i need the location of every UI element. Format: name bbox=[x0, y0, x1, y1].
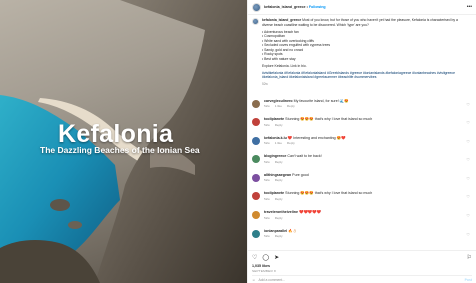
avatar[interactable] bbox=[252, 211, 260, 220]
heart-icon[interactable]: ♡ bbox=[466, 232, 470, 237]
heart-icon[interactable]: ♡ bbox=[466, 139, 470, 144]
post-button[interactable]: Post bbox=[465, 278, 472, 282]
avatar[interactable] bbox=[252, 173, 260, 182]
comment: blogingreece Can't wait to be back! 52w R… bbox=[252, 154, 472, 164]
caption-list-item: • Rocky spots bbox=[262, 52, 283, 56]
comment-username[interactable]: allthingsaegean bbox=[264, 173, 291, 177]
comments-scroll-area[interactable]: kefalonia_island_greece Most of you know… bbox=[248, 16, 476, 249]
comment-icon[interactable]: ◯ bbox=[262, 255, 269, 261]
avatar[interactable] bbox=[252, 192, 260, 201]
caption-hashtags[interactable]: #visitkefalonia #Kefalonia #Kefalonialsl… bbox=[262, 71, 467, 80]
reply-button[interactable]: Reply bbox=[275, 197, 283, 201]
avatar[interactable] bbox=[252, 136, 260, 145]
action-bar: ♡ ◯ ➤ ⚐ bbox=[252, 254, 472, 262]
caption-age: 52w bbox=[262, 82, 268, 86]
caption-list: • Adventurous beach fan • Cosmopolitan •… bbox=[262, 30, 467, 62]
avatar[interactable] bbox=[252, 118, 260, 127]
caption-list-item: • Cosmopolitan bbox=[262, 34, 285, 38]
comment-age: 52w bbox=[264, 141, 270, 146]
comment: tooliplanete Stunning 😍😍😍 that's why I l… bbox=[252, 117, 472, 127]
post-panel: kefalonia_island_greece • Following ••• … bbox=[247, 0, 476, 283]
post-footer: ♡ ◯ ➤ ⚐ 1,035 likes SEPTEMBER 8 ☺ Add a … bbox=[248, 250, 476, 283]
like-count[interactable]: 1,035 likes bbox=[252, 264, 472, 268]
post-header: kefalonia_island_greece • Following ••• bbox=[248, 0, 476, 15]
comment: allthingsaegean Pure good 52w Reply ♡ bbox=[252, 172, 472, 183]
avatar[interactable] bbox=[252, 99, 260, 108]
avatar[interactable] bbox=[252, 18, 259, 25]
reply-button[interactable]: Reply bbox=[275, 178, 283, 182]
caption-list-item: • Secluded coves engulfed with cypress t… bbox=[262, 43, 331, 47]
comment: carvegleculinero My favourite island, fo… bbox=[252, 98, 472, 109]
emoji-icon[interactable]: ☺ bbox=[252, 278, 255, 282]
author-username[interactable]: kefalonia_island_greece bbox=[264, 5, 306, 9]
comment-age: 52w bbox=[264, 197, 270, 202]
comment: ionianparallel 🔥👌🏻 52w Reply ♡ bbox=[252, 228, 472, 239]
comment-username[interactable]: travelerontheiveline bbox=[264, 210, 298, 214]
comment-age: 52w bbox=[264, 234, 270, 239]
reply-button[interactable]: Reply bbox=[287, 141, 295, 145]
reply-button[interactable]: Reply bbox=[275, 160, 283, 164]
comment-likes[interactable]: 1 like bbox=[275, 141, 282, 145]
caption-list-item: • White sand with overlooking cliffs bbox=[262, 38, 315, 43]
separator: • bbox=[306, 5, 308, 9]
reply-button[interactable]: Reply bbox=[287, 104, 295, 108]
bookmark-icon[interactable]: ⚐ bbox=[467, 255, 472, 261]
caption-list-item: • Sandy, gold and no crowd bbox=[262, 47, 304, 52]
add-comment-input[interactable]: Add a comment... bbox=[258, 278, 285, 282]
heart-icon[interactable]: ♡ bbox=[466, 120, 470, 125]
image-subtitle: The Dazzling Beaches of the Ionian Sea bbox=[40, 145, 200, 155]
caption: kefalonia_island_greece Most of you know… bbox=[252, 18, 472, 90]
comment-text: Stunning 😍😍😍 that's why I love that isla… bbox=[285, 191, 373, 196]
avatar[interactable] bbox=[252, 229, 260, 238]
comment-username[interactable]: kefalonia.k.lu bbox=[264, 136, 287, 140]
comment-likes[interactable]: 1 like bbox=[275, 104, 282, 108]
heart-icon[interactable]: ♡ bbox=[466, 157, 470, 162]
comment-username[interactable]: carvegleculinero bbox=[264, 99, 293, 103]
comment: kefalonia.k.lu ❤️ Interesting and enchan… bbox=[252, 135, 472, 146]
comment-text: ❤️❤️❤️❤️❤️ bbox=[298, 210, 322, 215]
post-image[interactable]: Kefalonia The Dazzling Beaches of the Io… bbox=[0, 0, 247, 283]
comment-age: 52w bbox=[264, 178, 270, 183]
heart-icon[interactable]: ♡ bbox=[466, 194, 470, 199]
caption-list-item: • Best with nature stay bbox=[262, 56, 296, 61]
heart-icon[interactable]: ♡ bbox=[466, 176, 470, 181]
more-icon[interactable]: ••• bbox=[467, 4, 472, 10]
heart-icon[interactable]: ♡ bbox=[252, 255, 257, 261]
comment: travelerontheiveline ❤️❤️❤️❤️❤️ 52w Reply… bbox=[252, 210, 472, 220]
reply-button[interactable]: Reply bbox=[275, 123, 283, 127]
comment-age: 52w bbox=[264, 159, 270, 164]
comment-age: 52w bbox=[264, 104, 270, 109]
comment-username[interactable]: ionianparallel bbox=[264, 229, 287, 233]
comment-text: My favourite island, for sure! 🌊😍 bbox=[293, 98, 349, 103]
following-button[interactable]: Following bbox=[309, 5, 326, 9]
comment-username[interactable]: blogingreece bbox=[264, 154, 286, 158]
comment-text: ❤️ Interesting and enchanting 😍❤️ bbox=[287, 135, 346, 140]
post-date: SEPTEMBER 8 bbox=[252, 269, 276, 273]
reply-button[interactable]: Reply bbox=[275, 234, 283, 238]
caption-username[interactable]: kefalonia_island_greece bbox=[262, 18, 301, 22]
comment-text: Stunning 😍😍😍 that's why I love that isla… bbox=[285, 117, 373, 122]
heart-icon[interactable]: ♡ bbox=[466, 102, 470, 107]
add-comment-bar: ☺ Add a comment... Post bbox=[252, 275, 472, 282]
comment-username[interactable]: tooliplanete bbox=[264, 117, 284, 121]
avatar[interactable] bbox=[252, 2, 261, 12]
share-icon[interactable]: ➤ bbox=[274, 255, 279, 261]
comment: tooliplanete Stunning 😍😍😍 that's why I l… bbox=[252, 191, 472, 201]
comment-age: 52w bbox=[264, 215, 270, 220]
comment-text: Pure good bbox=[292, 172, 309, 177]
comment-text: 🔥👌🏻 bbox=[288, 228, 298, 233]
comment-text: Can't wait to be back! bbox=[287, 154, 322, 159]
reply-button[interactable]: Reply bbox=[275, 216, 283, 220]
caption-list-item: • Adventurous beach fan bbox=[262, 29, 299, 34]
avatar[interactable] bbox=[252, 155, 260, 164]
comment-age: 52w bbox=[264, 122, 270, 127]
heart-icon[interactable]: ♡ bbox=[466, 213, 470, 218]
caption-outro: Explore Kefalonia. Link in bio. bbox=[262, 63, 307, 68]
comment-username[interactable]: tooliplanete bbox=[264, 191, 284, 195]
